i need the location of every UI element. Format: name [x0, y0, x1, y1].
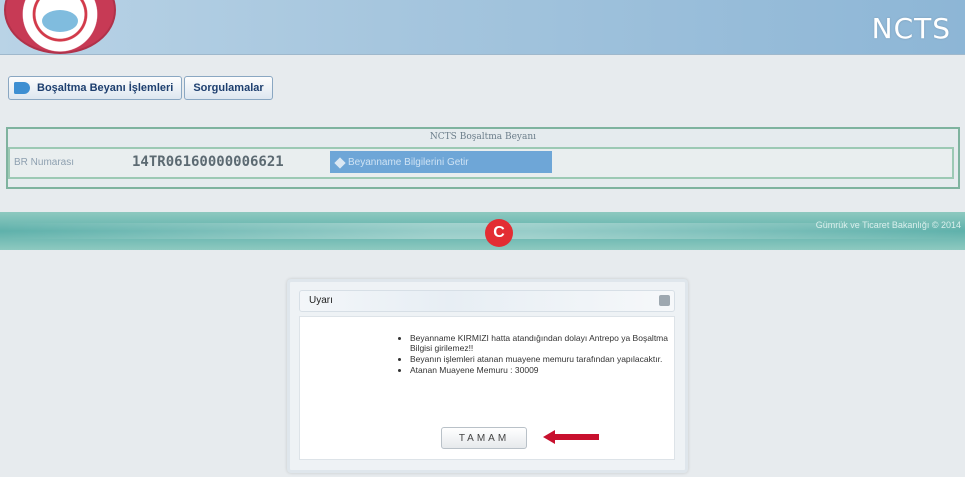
get-declaration-button[interactable]: Beyanname Bilgilerini Getir	[330, 151, 552, 173]
nav-item-label: Boşaltma Beyanı İşlemleri	[37, 82, 174, 94]
panel-row: BR Numarası 14TR06160000006621 Beyanname…	[8, 147, 954, 179]
emblem-icon: C	[485, 219, 513, 247]
message-item: Atanan Muayene Memuru : 30009	[410, 365, 680, 375]
panel-title: NCTS Boşaltma Beyanı	[429, 132, 537, 142]
dialog-title: Uyarı	[309, 295, 333, 306]
pencil-icon	[334, 157, 346, 169]
header-bar: NCTS	[0, 0, 965, 55]
dialog-header: Uyarı	[299, 290, 675, 312]
pointer-arrow-icon	[543, 430, 599, 444]
logo-inner-shape	[42, 10, 78, 32]
ok-button[interactable]: TAMAM	[441, 427, 527, 449]
logo-icon	[4, 0, 116, 54]
message-item: Beyanın işlemleri atanan muayene memuru …	[410, 354, 680, 364]
br-number-field[interactable]: 14TR06160000006621	[132, 154, 284, 170]
footer-copyright: Gümrük ve Ticaret Bakanlığı © 2014	[815, 220, 961, 230]
arrow-right-icon	[14, 82, 30, 94]
br-number-label: BR Numarası	[14, 157, 75, 168]
declaration-panel: NCTS Boşaltma Beyanı BR Numarası 14TR061…	[6, 127, 960, 189]
close-icon[interactable]	[659, 295, 670, 306]
nav-bosaltma-beyani[interactable]: Boşaltma Beyanı İşlemleri	[8, 76, 183, 100]
main-nav: Boşaltma Beyanı İşlemleri Sorgulamalar	[8, 76, 275, 100]
alert-dialog: Uyarı Beyanname KIRMIZI hatta atandığınd…	[287, 279, 688, 473]
message-item: Beyanname KIRMIZI hatta atandığından dol…	[410, 333, 680, 353]
app-title: NCTS	[871, 12, 951, 45]
nav-sorgulamalar[interactable]: Sorgulamalar	[184, 76, 273, 100]
action-button-label: Beyanname Bilgilerini Getir	[348, 156, 469, 168]
nav-item-label: Sorgulamalar	[193, 82, 264, 94]
dialog-body: Beyanname KIRMIZI hatta atandığından dol…	[299, 316, 675, 460]
message-list: Beyanname KIRMIZI hatta atandığından dol…	[398, 333, 680, 376]
